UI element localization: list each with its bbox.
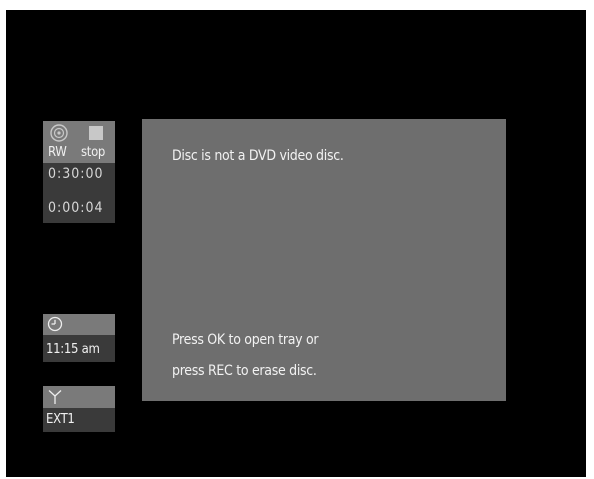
tv-screen: RW stop 0:30:00 0:00:04 11:15 am EXT1 Di…: [6, 10, 586, 477]
disc-icon: [50, 124, 68, 142]
clock-icon: [47, 316, 63, 332]
elapsed-time-readout: 0:00:04: [48, 200, 104, 216]
message-instruction-line-1: Press OK to open tray or: [172, 332, 319, 348]
message-dialog: Disc is not a DVD video disc. Press OK t…: [142, 119, 506, 401]
disc-type-label: RW: [48, 145, 67, 160]
disc-status-header: RW stop: [43, 121, 115, 163]
total-time-readout: 0:30:00: [48, 166, 104, 182]
message-title: Disc is not a DVD video disc.: [172, 148, 344, 164]
source-header: [43, 386, 115, 408]
source-panel: EXT1: [43, 386, 115, 432]
clock-header: [43, 314, 115, 335]
playback-state-label: stop: [81, 145, 106, 160]
message-instruction-line-2: press REC to erase disc.: [172, 363, 317, 379]
disc-status-panel: RW stop 0:30:00 0:00:04: [43, 121, 115, 223]
antenna-icon: [48, 390, 62, 404]
clock-time: 11:15 am: [46, 342, 100, 357]
stop-icon: [89, 126, 103, 140]
source-name: EXT1: [46, 412, 75, 427]
clock-panel: 11:15 am: [43, 314, 115, 362]
